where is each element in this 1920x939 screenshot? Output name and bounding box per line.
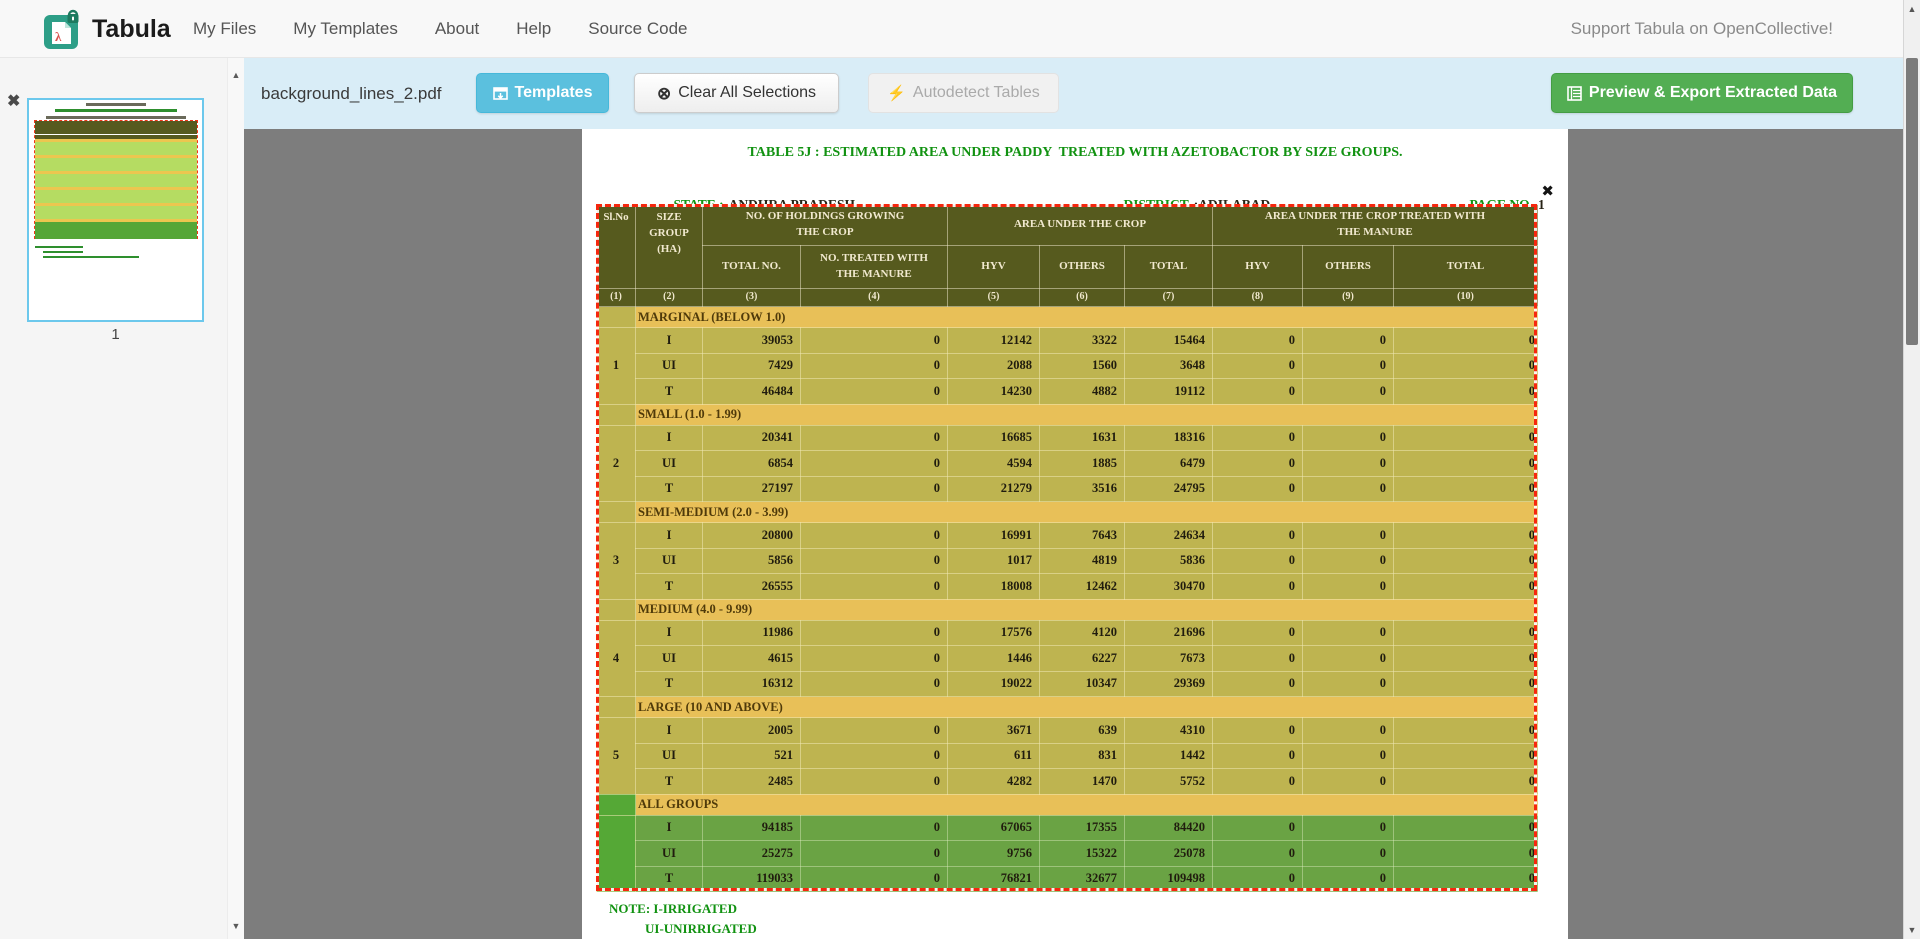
thumbnail-table-preview <box>34 120 198 239</box>
navbar: λ Tabula My Files My Templates About Hel… <box>0 0 1903 58</box>
clear-button-label: Clear All Selections <box>678 84 816 102</box>
remove-page-icon[interactable]: ✖ <box>7 94 20 110</box>
thumb-meta-line <box>46 116 186 119</box>
preview-export-button[interactable]: Preview & Export Extracted Data <box>1551 73 1853 113</box>
pdf-page[interactable]: TABLE 5J : ESTIMATED AREA UNDER PADDY TR… <box>582 129 1568 939</box>
autodetect-tables-button[interactable]: ⚡ Autodetect Tables <box>868 73 1059 113</box>
support-link[interactable]: Support Tabula on OpenCollective! <box>1571 0 1833 58</box>
scrollbar-down-icon[interactable]: ▼ <box>1904 925 1920 935</box>
scroll-down-icon[interactable]: ▼ <box>228 921 244 931</box>
scrollbar-thumb[interactable] <box>1906 58 1918 345</box>
template-icon <box>493 86 508 101</box>
document-filename: background_lines_2.pdf <box>261 58 442 129</box>
nav-item-help[interactable]: Help <box>516 19 551 39</box>
pdf-table-title: TABLE 5J : ESTIMATED AREA UNDER PADDY TR… <box>582 145 1568 161</box>
workspace: ✖ 1 <box>0 58 1903 939</box>
export-button-label: Preview & Export Extracted Data <box>1589 84 1837 102</box>
scrollbar-up-icon[interactable]: ▲ <box>1904 4 1920 14</box>
clear-all-selections-button[interactable]: ⊗ Clear All Selections <box>634 73 839 113</box>
tabula-app: λ Tabula My Files My Templates About Hel… <box>0 0 1920 939</box>
extracted-data-icon <box>1567 86 1582 101</box>
page-thumbnail-sidebar: ✖ 1 <box>0 58 227 939</box>
circle-x-icon: ⊗ <box>657 85 671 102</box>
pdf-canvas: TABLE 5J : ESTIMATED AREA UNDER PADDY TR… <box>244 129 1903 939</box>
toolbar: background_lines_2.pdf Templates ⊗ Clear… <box>244 58 1903 129</box>
thumb-notes <box>35 243 199 258</box>
page-scrollbar[interactable]: ▲ ▼ <box>1903 0 1920 939</box>
pdf-note-line-2: UI-UNIRRIGATED <box>645 921 757 937</box>
thumb-title-line <box>86 103 146 106</box>
page-thumbnail[interactable] <box>27 98 204 322</box>
autodetect-button-label: Autodetect Tables <box>913 84 1040 102</box>
thumbnail-page-number: 1 <box>27 326 204 343</box>
thumb-subtitle-line <box>55 109 177 112</box>
svg-text:λ: λ <box>55 29 62 44</box>
nav-links: My Files My Templates About Help Source … <box>193 0 687 58</box>
sidebar-scrollbar[interactable]: ▲ ▼ <box>227 58 244 939</box>
delete-selection-icon[interactable]: ✖ <box>1541 182 1554 200</box>
nav-item-source-code[interactable]: Source Code <box>588 19 687 39</box>
main-area: background_lines_2.pdf Templates ⊗ Clear… <box>244 58 1903 939</box>
table-selection-region[interactable]: ✖ <box>596 204 1537 891</box>
scroll-up-icon[interactable]: ▲ <box>228 70 244 80</box>
nav-item-my-files[interactable]: My Files <box>193 19 256 39</box>
templates-button-label: Templates <box>515 84 593 102</box>
nav-item-about[interactable]: About <box>435 19 479 39</box>
lightning-bolt-icon: ⚡ <box>887 86 906 101</box>
templates-button[interactable]: Templates <box>476 73 609 113</box>
pdf-note-line-1: NOTE: I-IRRIGATED <box>609 901 737 917</box>
brand-title: Tabula <box>92 0 171 58</box>
nav-item-my-templates[interactable]: My Templates <box>293 19 398 39</box>
tabula-logo-icon: λ <box>42 8 82 50</box>
